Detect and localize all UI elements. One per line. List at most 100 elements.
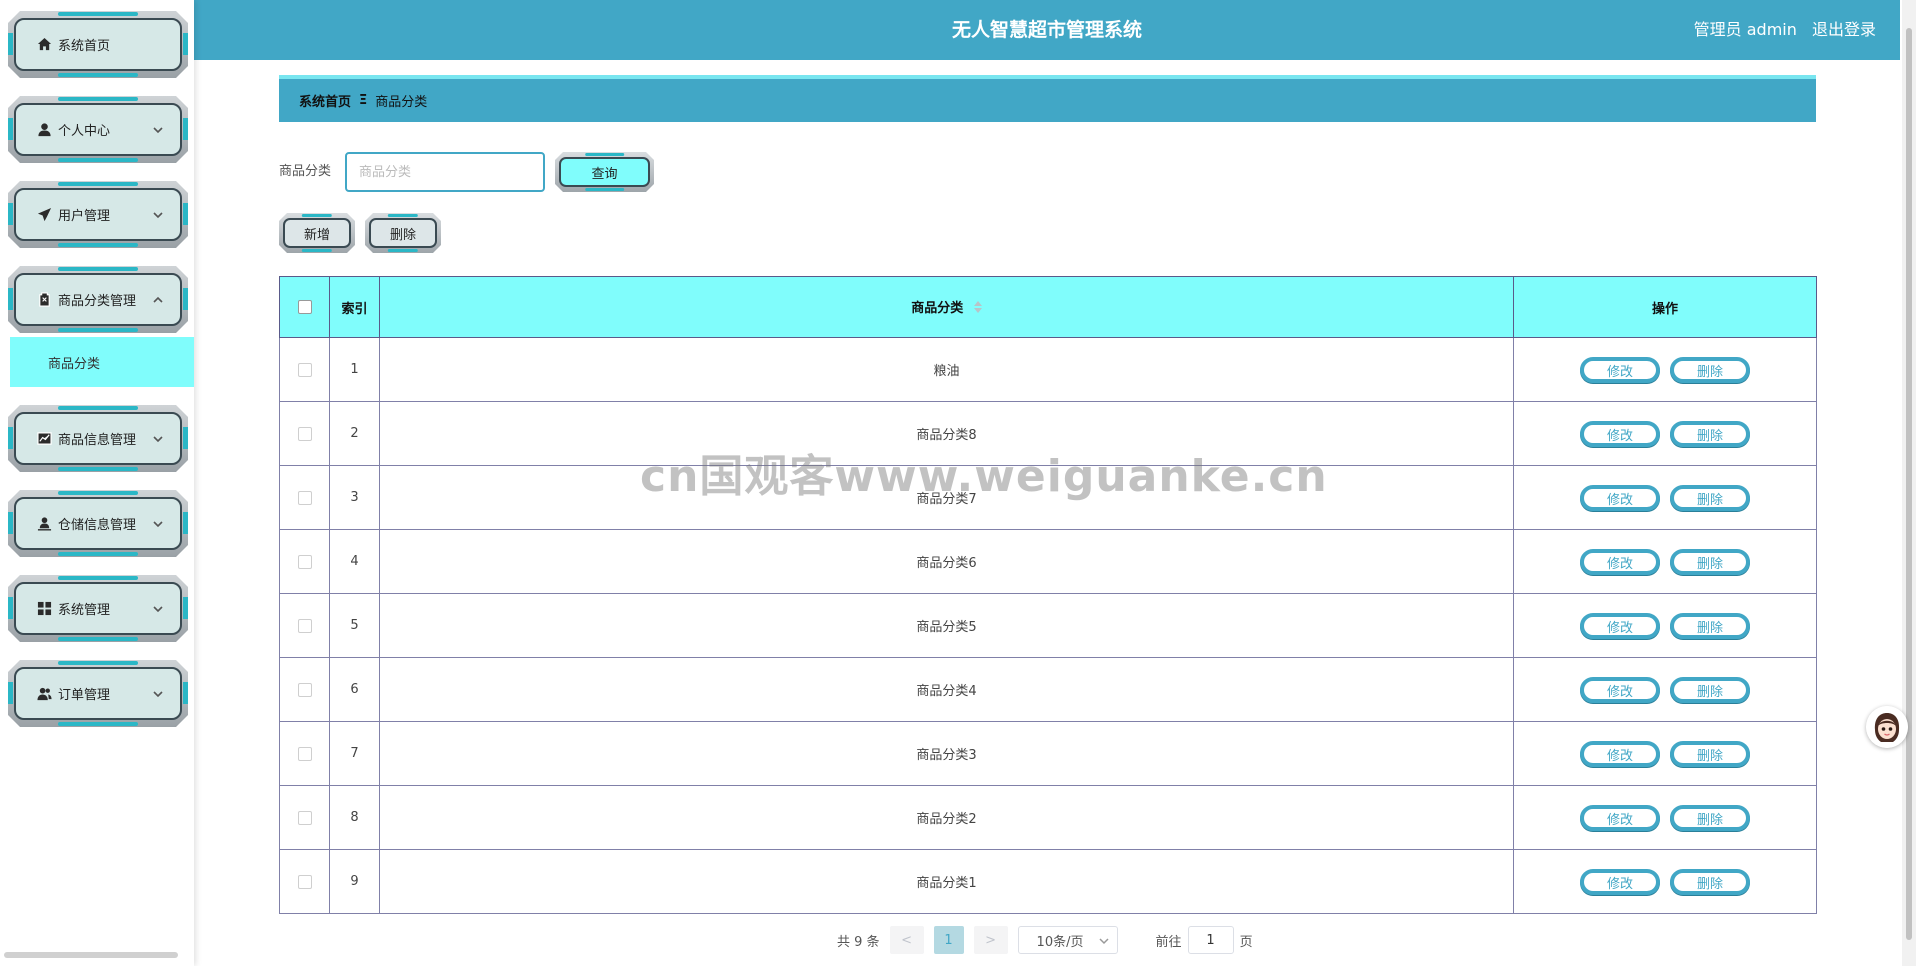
delete-button[interactable]: 删除: [1670, 420, 1750, 447]
sort-icon[interactable]: [973, 300, 982, 317]
table-row: 7 商品分类3 修改 删除: [279, 721, 1817, 786]
select-all-checkbox[interactable]: [297, 300, 312, 314]
sidebar-item-label: 订单管理: [58, 688, 111, 703]
breadcrumb-separator: Ξ: [359, 93, 368, 108]
sidebar-item-warehouse-management[interactable]: 仓储信息管理: [8, 490, 188, 557]
row-index: 8: [329, 785, 380, 850]
delete-button[interactable]: 删除: [1670, 740, 1750, 767]
breadcrumb-home[interactable]: 系统首页: [299, 91, 351, 110]
delete-button[interactable]: 删除: [1670, 868, 1750, 895]
page-title: 无人智慧超市管理系统: [951, 19, 1142, 41]
delete-button[interactable]: 删除: [1670, 804, 1750, 831]
edit-button[interactable]: 修改: [1580, 484, 1660, 511]
edit-button[interactable]: 修改: [1580, 740, 1660, 767]
page-number-button[interactable]: 1: [933, 926, 964, 954]
header-category[interactable]: 商品分类: [379, 276, 1514, 338]
row-checkbox[interactable]: [297, 490, 312, 505]
chevron-up-icon: [152, 294, 164, 306]
sidebar-item-label: 系统首页: [58, 39, 111, 54]
sidebar-item-personal-center[interactable]: 个人中心: [8, 96, 188, 163]
row-index: 4: [329, 529, 380, 594]
header-ops: 操作: [1513, 276, 1817, 338]
top-header: 无人智慧超市管理系统 管理员 admin 退出登录: [194, 0, 1900, 60]
sidebar: 系统首页 个人中心 用户管理 商品分类管理 商品分类 商品信息管理 仓储信息管理…: [0, 0, 194, 966]
sidebar-item-order-management[interactable]: 订单管理: [8, 660, 188, 727]
row-actions: 修改 删除: [1513, 401, 1817, 466]
avatar-face-icon: [1866, 706, 1908, 748]
search-input[interactable]: [345, 152, 545, 192]
row-category: 商品分类4: [379, 657, 1514, 722]
edit-button[interactable]: 修改: [1580, 868, 1660, 895]
row-select-cell: [279, 593, 330, 658]
query-button[interactable]: 查询: [555, 152, 654, 192]
row-select-cell: [279, 337, 330, 402]
row-category: 商品分类6: [379, 529, 1514, 594]
assistant-avatar[interactable]: [1866, 706, 1908, 748]
delete-button[interactable]: 删除: [1670, 548, 1750, 575]
pagination-total: 共 9 条: [837, 934, 880, 950]
prev-page-button[interactable]: <: [889, 926, 924, 954]
chevron-down-icon: [152, 603, 164, 615]
header-category-label: 商品分类: [911, 301, 964, 317]
row-category: 商品分类8: [379, 401, 1514, 466]
row-checkbox[interactable]: [297, 874, 312, 889]
sidebar-item-user-management[interactable]: 用户管理: [8, 181, 188, 248]
row-checkbox[interactable]: [297, 746, 312, 761]
logout-link[interactable]: 退出登录: [1812, 20, 1876, 39]
sidebar-item-system-management[interactable]: 系统管理: [8, 575, 188, 642]
row-select-cell: [279, 849, 330, 914]
row-checkbox[interactable]: [297, 682, 312, 697]
person-stand-icon: [36, 516, 52, 532]
edit-button[interactable]: 修改: [1580, 612, 1660, 639]
page-scrollbar[interactable]: [1902, 0, 1916, 966]
row-checkbox[interactable]: [297, 810, 312, 825]
edit-button[interactable]: 修改: [1580, 676, 1660, 703]
delete-button[interactable]: 删除: [1670, 676, 1750, 703]
row-select-cell: [279, 721, 330, 786]
sidebar-scrollbar[interactable]: [4, 952, 178, 958]
delete-button[interactable]: 删除: [1670, 484, 1750, 511]
submenu-item-category[interactable]: 商品分类: [10, 337, 194, 387]
chevron-down-icon: [152, 518, 164, 530]
row-actions: 修改 删除: [1513, 593, 1817, 658]
chart-icon: [36, 431, 52, 447]
delete-button[interactable]: 删除: [1670, 612, 1750, 639]
page-size-select[interactable]: 10条/页: [1017, 926, 1118, 954]
chevron-down-icon: [152, 209, 164, 221]
current-user: 管理员 admin: [1693, 20, 1797, 39]
bulk-delete-button[interactable]: 删除: [365, 213, 441, 253]
table-row: 3 商品分类7 修改 删除: [279, 465, 1817, 530]
sidebar-item-category-management[interactable]: 商品分类管理: [8, 266, 188, 333]
row-checkbox[interactable]: [297, 554, 312, 569]
row-index: 1: [329, 337, 380, 402]
sidebar-item-product-management[interactable]: 商品信息管理: [8, 405, 188, 472]
edit-button[interactable]: 修改: [1580, 356, 1660, 383]
row-category: 粮油: [379, 337, 1514, 402]
table-row: 1 粮油 修改 删除: [279, 337, 1817, 402]
row-index: 2: [329, 401, 380, 466]
add-button[interactable]: 新增: [279, 213, 355, 253]
sidebar-item-label: 系统管理: [58, 603, 111, 618]
row-actions: 修改 删除: [1513, 465, 1817, 530]
row-actions: 修改 删除: [1513, 529, 1817, 594]
goto-page-input[interactable]: [1187, 926, 1234, 954]
add-button-label: 新增: [283, 218, 351, 248]
row-checkbox[interactable]: [297, 618, 312, 633]
row-checkbox[interactable]: [297, 426, 312, 441]
row-actions: 修改 删除: [1513, 785, 1817, 850]
chevron-down-icon: [152, 124, 164, 136]
page-scrollbar-thumb[interactable]: [1906, 28, 1912, 940]
row-checkbox[interactable]: [297, 362, 312, 377]
chevron-down-icon: [1099, 935, 1109, 950]
row-category: 商品分类5: [379, 593, 1514, 658]
next-page-button[interactable]: >: [973, 926, 1008, 954]
chevron-down-icon: [152, 433, 164, 445]
select-all-cell: [279, 276, 330, 338]
row-index: 7: [329, 721, 380, 786]
delete-button[interactable]: 删除: [1670, 356, 1750, 383]
sidebar-item-home[interactable]: 系统首页: [8, 11, 188, 78]
edit-button[interactable]: 修改: [1580, 548, 1660, 575]
edit-button[interactable]: 修改: [1580, 420, 1660, 447]
edit-button[interactable]: 修改: [1580, 804, 1660, 831]
query-button-label: 查询: [559, 157, 650, 187]
